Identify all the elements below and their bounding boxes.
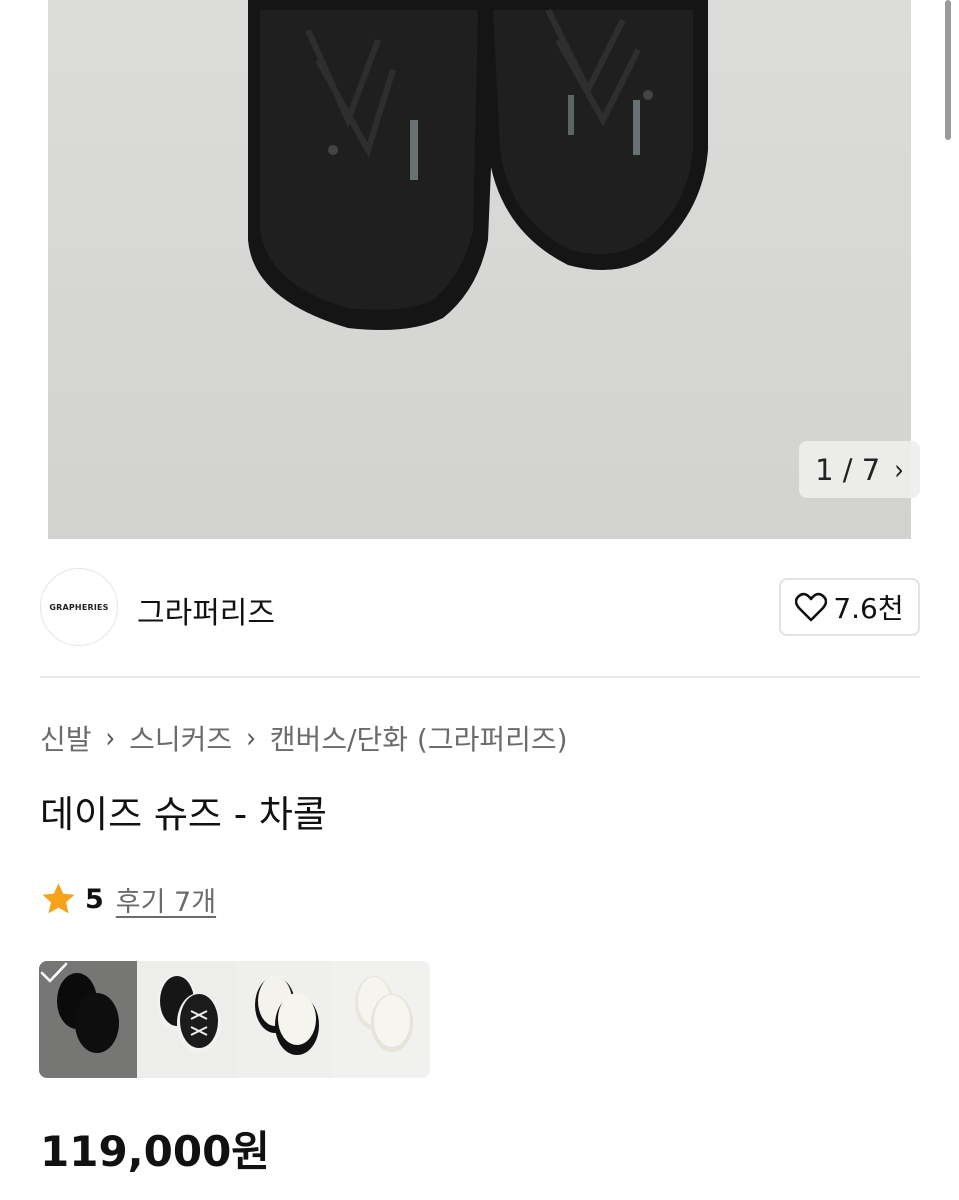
swatch-ivory[interactable] bbox=[332, 961, 430, 1078]
breadcrumb: 신발 › 스니커즈 › 캔버스/단화 (그라퍼리즈) bbox=[40, 718, 568, 758]
pager-text: 1 / 7 bbox=[815, 453, 880, 487]
pager-separator: / bbox=[842, 452, 853, 487]
product-title: 데이즈 슈즈 - 차콜 bbox=[40, 793, 327, 836]
brand-row: GRAPHERIES 그라퍼리즈 7.6천 bbox=[40, 568, 920, 646]
color-swatches bbox=[39, 961, 430, 1078]
product-photo[interactable] bbox=[48, 0, 911, 539]
divider bbox=[40, 676, 920, 678]
chevron-right-icon: › bbox=[105, 721, 116, 755]
swatch-image bbox=[254, 976, 319, 1055]
like-button[interactable]: 7.6천 bbox=[779, 578, 920, 636]
swatch-black-white-sole[interactable] bbox=[136, 961, 235, 1078]
brand-name[interactable]: 그라퍼리즈 bbox=[137, 588, 275, 632]
breadcrumb-item-shoes[interactable]: 신발 bbox=[40, 718, 92, 758]
checkmark-icon bbox=[40, 962, 68, 983]
product-price: 119,000원 bbox=[40, 1127, 270, 1176]
heart-outline-icon bbox=[795, 592, 828, 622]
shoe-photo-illustration bbox=[248, 0, 708, 331]
swatch-image bbox=[355, 976, 414, 1052]
rating-score: 5 bbox=[85, 884, 104, 915]
like-count: 7.6천 bbox=[833, 592, 904, 625]
swatch-ivory-black-sole[interactable] bbox=[234, 961, 333, 1078]
breadcrumb-item-sneakers[interactable]: 스니커즈 bbox=[129, 718, 232, 758]
chevron-right-icon: › bbox=[246, 721, 256, 755]
chevron-right-icon[interactable]: › bbox=[894, 453, 904, 487]
gallery-pager[interactable]: 1 / 7 › bbox=[799, 441, 920, 498]
pager-current: 1 bbox=[815, 452, 834, 487]
reviews-link[interactable]: 후기 7개 bbox=[116, 880, 216, 919]
product-image-gallery[interactable]: 1 / 7 › bbox=[0, 0, 959, 539]
breadcrumb-item-canvas[interactable]: 캔버스/단화 (그라퍼리즈) bbox=[270, 718, 568, 758]
swatch-charcoal[interactable] bbox=[39, 961, 137, 1078]
selected-overlay bbox=[39, 961, 137, 1078]
star-icon bbox=[42, 883, 75, 914]
swatch-image bbox=[156, 975, 221, 1053]
scrollbar[interactable] bbox=[945, 0, 951, 140]
pager-total: 7 bbox=[861, 452, 881, 487]
brand-logo[interactable]: GRAPHERIES bbox=[40, 568, 118, 646]
rating: 5 후기 7개 bbox=[40, 880, 216, 919]
